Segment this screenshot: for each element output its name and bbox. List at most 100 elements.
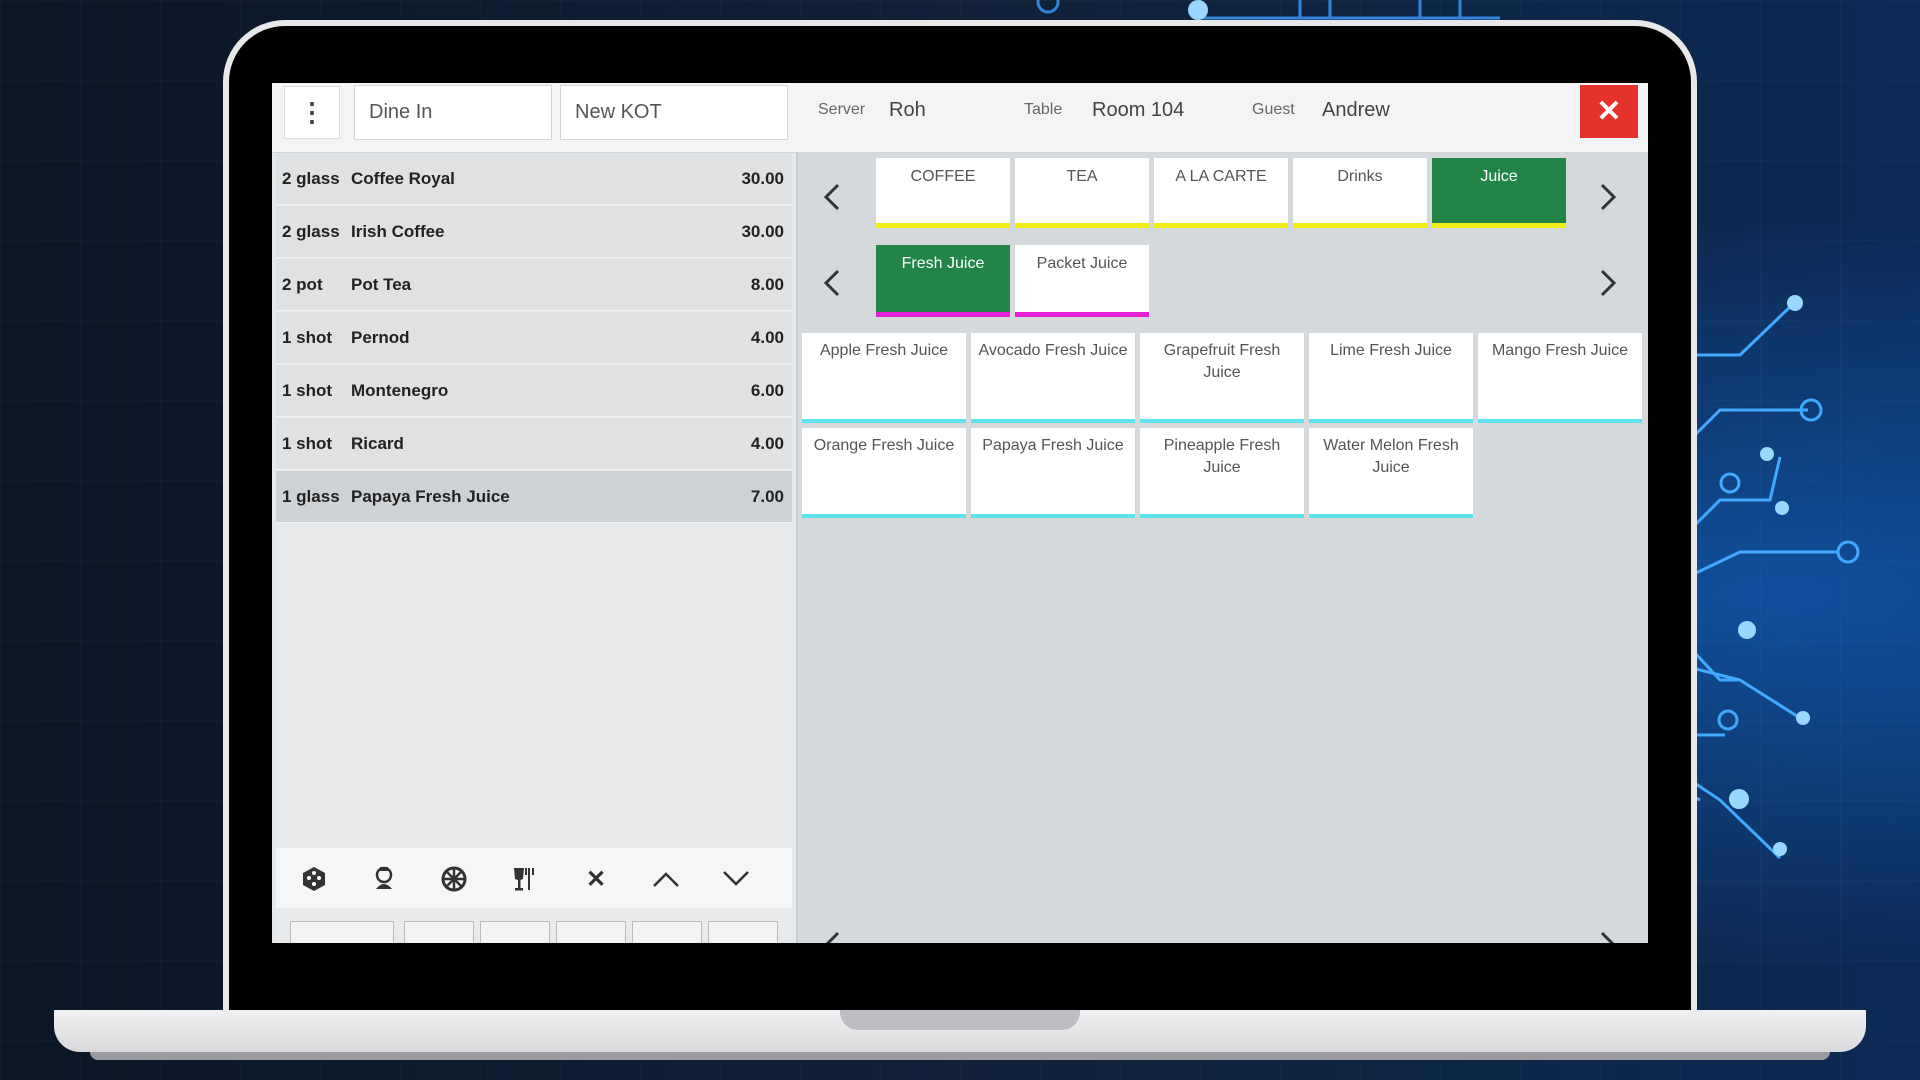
order-price: 4.00 — [750, 434, 784, 453]
menu-item-apple-fresh-juice[interactable]: Apple Fresh Juice — [802, 333, 966, 423]
keypad-key[interactable] — [556, 921, 626, 943]
category-tea[interactable]: TEA — [1015, 158, 1149, 228]
order-price: 4.00 — [750, 328, 784, 347]
chevron-down-icon[interactable] — [716, 862, 756, 896]
order-name: Coffee Royal — [351, 169, 455, 188]
order-row-selected[interactable]: 1 glass Papaya Fresh Juice 7.00 — [276, 471, 792, 523]
order-name: Ricard — [351, 434, 404, 453]
order-type-field[interactable]: Dine In — [354, 85, 552, 140]
menu-item-label: Papaya Fresh Juice — [982, 437, 1124, 454]
guest-value[interactable]: Andrew — [1322, 99, 1390, 122]
server-label: Server — [818, 101, 866, 118]
keypad-key[interactable] — [708, 921, 778, 943]
order-list: 2 glass Coffee Royal 30.00 2 glass Irish… — [276, 153, 792, 943]
order-price: 6.00 — [750, 381, 784, 400]
menu-item-avocado-fresh-juice[interactable]: Avocado Fresh Juice — [971, 333, 1135, 423]
order-toolbar: ✕ — [276, 848, 792, 908]
delete-icon[interactable]: ✕ — [576, 862, 616, 896]
order-qty: 2 glass — [282, 222, 340, 241]
category-juice[interactable]: Juice — [1432, 158, 1566, 228]
order-qty: 2 glass — [282, 169, 340, 188]
order-row[interactable]: 2 pot Pot Tea 8.00 — [276, 259, 792, 311]
order-name: Montenegro — [351, 381, 449, 400]
items-prev-button[interactable] — [812, 925, 852, 943]
menu-item-label: Mango Fresh Juice — [1491, 342, 1629, 359]
order-header: ⋮ Dine In New KOT Server Roh Table Room … — [272, 83, 1648, 153]
close-icon: ✕ — [1596, 95, 1622, 128]
category-a-la-carte[interactable]: A LA CARTE — [1154, 158, 1288, 228]
menu-item-label: Grapefruit Fresh Juice — [1163, 342, 1281, 381]
keypad-key[interactable] — [480, 921, 550, 943]
keypad-row-partial — [290, 921, 790, 943]
chevron-up-icon[interactable] — [646, 862, 686, 896]
category-label: COFFEE — [910, 168, 976, 185]
laptop-foot — [90, 1052, 1830, 1060]
kot-field[interactable]: New KOT — [560, 85, 788, 140]
kebab-menu-icon: ⋮ — [299, 97, 325, 127]
server-value[interactable]: Roh — [889, 99, 926, 122]
table-label: Table — [1024, 101, 1063, 118]
menu-item-papaya-fresh-juice[interactable]: Papaya Fresh Juice — [971, 428, 1135, 518]
menu-item-pineapple-fresh-juice[interactable]: Pineapple Fresh Juice — [1140, 428, 1304, 518]
dining-icon[interactable] — [504, 862, 544, 896]
category-next-button[interactable] — [1588, 177, 1628, 217]
close-button[interactable]: ✕ — [1580, 85, 1638, 138]
order-name: Pernod — [351, 328, 410, 347]
items-next-button[interactable] — [1588, 925, 1628, 943]
order-qty: 2 pot — [282, 275, 323, 294]
menu-item-label: Avocado Fresh Juice — [978, 342, 1128, 359]
circuit-decoration — [1660, 295, 1860, 860]
menu-item-label: Apple Fresh Juice — [819, 342, 949, 359]
menu-panel: COFFEE TEA A LA CARTE Drinks Juice Fresh… — [796, 153, 1648, 943]
subcategory-label: Packet Juice — [1036, 255, 1128, 272]
order-row[interactable]: 2 glass Coffee Royal 30.00 — [276, 153, 792, 205]
more-options-button[interactable]: ⋮ — [284, 86, 340, 139]
subcategory-packet-juice[interactable]: Packet Juice — [1015, 245, 1149, 317]
order-price: 30.00 — [741, 222, 784, 241]
menu-item-label: Lime Fresh Juice — [1330, 342, 1452, 359]
menu-item-grapefruit-fresh-juice[interactable]: Grapefruit Fresh Juice — [1140, 333, 1304, 423]
order-price: 7.00 — [750, 487, 784, 506]
order-name: Papaya Fresh Juice — [351, 487, 510, 506]
subcategory-label: Fresh Juice — [901, 255, 985, 272]
chef-icon[interactable] — [364, 862, 404, 896]
category-label: A LA CARTE — [1175, 168, 1267, 185]
order-type-value: Dine In — [369, 101, 433, 123]
menu-item-label: Orange Fresh Juice — [813, 437, 955, 454]
kot-value: New KOT — [575, 101, 662, 123]
order-row[interactable]: 1 shot Montenegro 6.00 — [276, 365, 792, 417]
order-price: 8.00 — [750, 275, 784, 294]
order-qty: 1 shot — [282, 328, 333, 347]
menu-item-mango-fresh-juice[interactable]: Mango Fresh Juice — [1478, 333, 1642, 423]
order-row[interactable]: 1 shot Ricard 4.00 — [276, 418, 792, 470]
category-coffee[interactable]: COFFEE — [876, 158, 1010, 228]
order-name: Irish Coffee — [351, 222, 445, 241]
subcategory-prev-button[interactable] — [812, 263, 852, 303]
order-row[interactable]: 2 glass Irish Coffee 30.00 — [276, 206, 792, 258]
subcategory-fresh-juice[interactable]: Fresh Juice — [876, 245, 1010, 317]
keypad-key[interactable] — [632, 921, 702, 943]
category-drinks[interactable]: Drinks — [1293, 158, 1427, 228]
order-name: Pot Tea — [351, 275, 412, 294]
dice-icon[interactable] — [294, 862, 334, 896]
category-label: TEA — [1066, 168, 1098, 185]
keypad-key[interactable] — [290, 921, 394, 943]
subcategory-next-button[interactable] — [1588, 263, 1628, 303]
order-price: 30.00 — [741, 169, 784, 188]
category-label: Drinks — [1337, 168, 1383, 185]
order-qty: 1 glass — [282, 487, 340, 506]
category-prev-button[interactable] — [812, 177, 852, 217]
pos-app-screen: ⋮ Dine In New KOT Server Roh Table Room … — [272, 83, 1648, 943]
order-row[interactable]: 1 shot Pernod 4.00 — [276, 312, 792, 364]
wheel-icon[interactable] — [434, 862, 474, 896]
order-qty: 1 shot — [282, 434, 333, 453]
menu-item-label: Pineapple Fresh Juice — [1163, 437, 1281, 476]
category-label: Juice — [1480, 168, 1518, 185]
order-qty: 1 shot — [282, 381, 333, 400]
laptop-trackpad-notch — [840, 1010, 1080, 1030]
keypad-key[interactable] — [404, 921, 474, 943]
table-value[interactable]: Room 104 — [1092, 99, 1184, 122]
menu-item-orange-fresh-juice[interactable]: Orange Fresh Juice — [802, 428, 966, 518]
menu-item-water-melon-fresh-juice[interactable]: Water Melon Fresh Juice — [1309, 428, 1473, 518]
menu-item-lime-fresh-juice[interactable]: Lime Fresh Juice — [1309, 333, 1473, 423]
